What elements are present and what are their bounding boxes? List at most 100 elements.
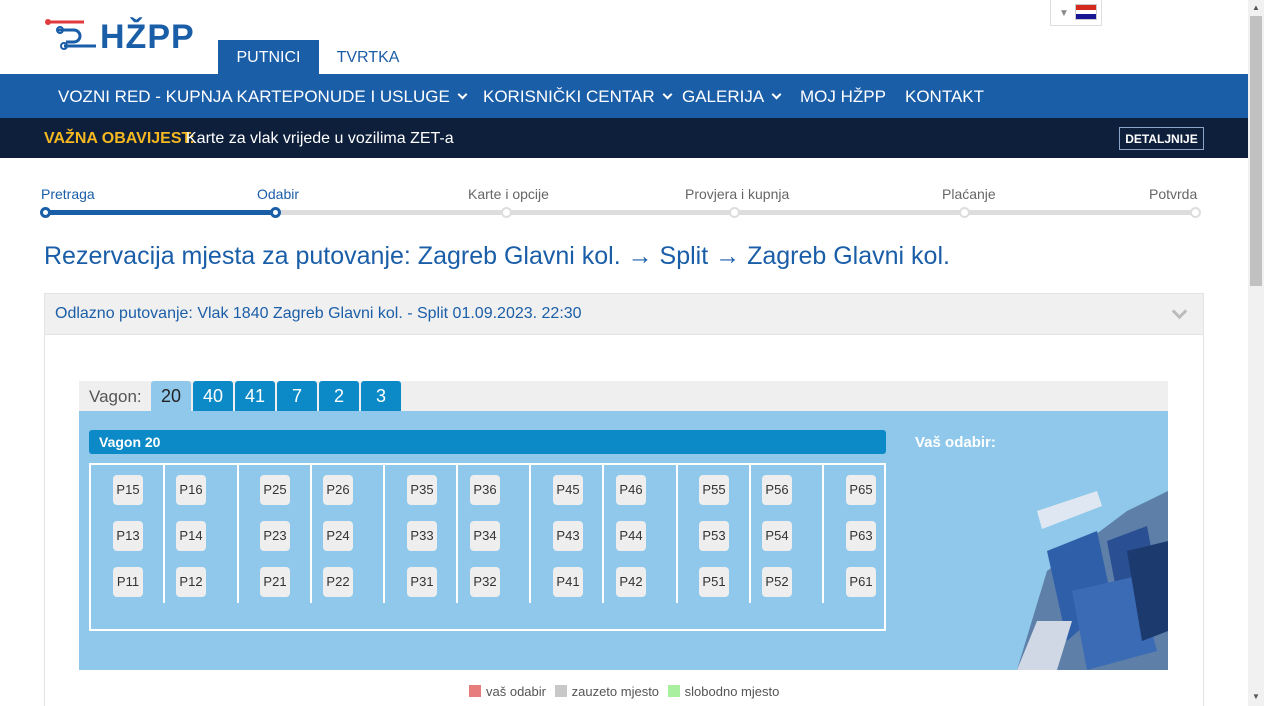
chevron-down-icon (771, 89, 782, 100)
nav-item-galerija[interactable]: GALERIJA (682, 74, 782, 118)
seat-p16[interactable]: P16 (176, 475, 206, 505)
legend-item: zauzeto mjesto (554, 684, 659, 699)
seat-p53[interactable]: P53 (699, 521, 729, 551)
tab-putnici[interactable]: PUTNICI (218, 40, 319, 74)
seat-p12[interactable]: P12 (176, 567, 206, 597)
notice-label: VAŽNA OBAVIJEST: (44, 130, 195, 147)
seat-p34[interactable]: P34 (470, 521, 500, 551)
seat-p45[interactable]: P45 (553, 475, 583, 505)
seat-p61[interactable]: P61 (846, 567, 876, 597)
seat-p65[interactable]: P65 (846, 475, 876, 505)
wagon-label: Vagon: (89, 387, 142, 406)
chevron-down-icon (457, 89, 468, 100)
details-button[interactable]: DETALJNIJE (1119, 127, 1204, 150)
seat-p11[interactable]: P11 (113, 567, 143, 597)
step-label-odabir: Odabir (257, 186, 300, 202)
wagon-area: Vagon 20 P15 P16 P25 P26 P35 P36 P45 P46 P55 P56 P… (79, 411, 1168, 670)
seat-p51[interactable]: P51 (699, 567, 729, 597)
step-label-karte: Karte i opcije (468, 186, 549, 202)
step-label-potvrda: Potvrda (1149, 186, 1198, 202)
wagon-tabs: Vagon: 20 40 41 7 2 3 (79, 381, 1168, 411)
legend-item: vaš odabir (469, 684, 546, 699)
seat-p23[interactable]: P23 (260, 521, 290, 551)
progress-steps: Pretraga Odabir Karte i opcije Provjera … (0, 176, 1248, 226)
seat-p46[interactable]: P46 (616, 475, 646, 505)
train-seat-photo (897, 451, 1168, 670)
chevron-down-icon (662, 89, 673, 100)
legend-swatch (667, 685, 680, 697)
tab-tvrtka[interactable]: TVRTKA (330, 40, 406, 74)
compartment-divider (676, 465, 678, 603)
nav-item-korisnicki-centar[interactable]: KORISNIČKI CENTAR (483, 74, 673, 118)
step-label-pretraga[interactable]: Pretraga (41, 186, 95, 202)
seat-p42[interactable]: P42 (616, 567, 646, 597)
compartment-divider (310, 465, 312, 603)
compartment-divider (602, 465, 604, 603)
wagon-tab[interactable]: 20 (151, 381, 191, 411)
nav-item-kontakt[interactable]: KONTAKT (905, 74, 984, 118)
seat-p31[interactable]: P31 (407, 567, 437, 597)
legend-label: slobodno mjesto (684, 684, 780, 699)
main-nav: VOZNI RED - KUPNJA KARTE PONUDE I USLUGE… (0, 74, 1248, 118)
legend-swatch (554, 685, 567, 697)
step-label-placanje: Plaćanje (942, 186, 996, 202)
seat-p44[interactable]: P44 (616, 521, 646, 551)
wagon-tab[interactable]: 41 (235, 381, 275, 411)
nav-item-label: KORISNIČKI CENTAR (483, 87, 655, 106)
seat-p33[interactable]: P33 (407, 521, 437, 551)
step-dot (501, 207, 512, 218)
your-choice-label: Vaš odabir: (915, 434, 996, 451)
page-scrollbar[interactable]: ▲ ▼ (1248, 0, 1264, 706)
nav-item-moj-hzpp[interactable]: MOJ HŽPP (800, 74, 886, 118)
scroll-thumb[interactable] (1250, 16, 1262, 286)
seat-p15[interactable]: P15 (113, 475, 143, 505)
seat-p41[interactable]: P41 (553, 567, 583, 597)
seat-p14[interactable]: P14 (176, 521, 206, 551)
seat-map: P15 P16 P25 P26 P35 P36 P45 P46 P55 P56 P65 P13 P14 P… (89, 463, 886, 631)
croatian-flag-icon (1075, 4, 1097, 20)
seat-p35[interactable]: P35 (407, 475, 437, 505)
chevron-down-icon (1171, 303, 1188, 320)
legend-label: vaš odabir (486, 684, 546, 699)
compartment-divider (163, 465, 165, 603)
compartment-divider (237, 465, 239, 603)
notice-text[interactable]: Karte za vlak vrijede u vozilima ZET-a (186, 130, 454, 148)
wagon-tab[interactable]: 7 (277, 381, 317, 411)
seat-p43[interactable]: P43 (553, 521, 583, 551)
step-dot (1190, 207, 1201, 218)
legend-item: slobodno mjesto (667, 684, 780, 699)
seat-p13[interactable]: P13 (113, 521, 143, 551)
seat-p25[interactable]: P25 (260, 475, 290, 505)
wagon-tab[interactable]: 2 (319, 381, 359, 411)
seat-p36[interactable]: P36 (470, 475, 500, 505)
step-dot (40, 207, 51, 218)
seat-p63[interactable]: P63 (846, 521, 876, 551)
scroll-down-icon[interactable]: ▼ (1252, 692, 1260, 701)
wagon-tab[interactable]: 3 (361, 381, 401, 411)
language-selector[interactable]: ▼ (1050, 0, 1102, 26)
nav-item-label: PONUDE I USLUGE (293, 87, 450, 106)
step-dot (729, 207, 740, 218)
wagon-tab[interactable]: 40 (193, 381, 233, 411)
compartment-divider (456, 465, 458, 603)
seat-p56[interactable]: P56 (762, 475, 792, 505)
seat-p21[interactable]: P21 (260, 567, 290, 597)
seat-p52[interactable]: P52 (762, 567, 792, 597)
step-label-provjera: Provjera i kupnja (685, 186, 790, 202)
seat-p32[interactable]: P32 (470, 567, 500, 597)
progress-fill (46, 210, 276, 215)
seat-p24[interactable]: P24 (323, 521, 353, 551)
seat-p26[interactable]: P26 (323, 475, 353, 505)
journey-panel-header[interactable]: Odlazno putovanje: Vlak 1840 Zagreb Glav… (44, 293, 1204, 335)
nav-item-label: KONTAKT (905, 87, 985, 106)
nav-item-ponude[interactable]: PONUDE I USLUGE (293, 74, 468, 118)
wagon-title: Vagon 20 (89, 430, 886, 454)
scroll-up-icon[interactable]: ▲ (1252, 3, 1260, 12)
chevron-down-icon: ▼ (1059, 8, 1069, 19)
nav-item-vozni-red[interactable]: VOZNI RED - KUPNJA KARTE (58, 74, 293, 118)
seat-p22[interactable]: P22 (323, 567, 353, 597)
seat-p55[interactable]: P55 (699, 475, 729, 505)
step-dot (270, 207, 281, 218)
logo-text[interactable]: HŽPP (100, 18, 195, 57)
seat-p54[interactable]: P54 (762, 521, 792, 551)
